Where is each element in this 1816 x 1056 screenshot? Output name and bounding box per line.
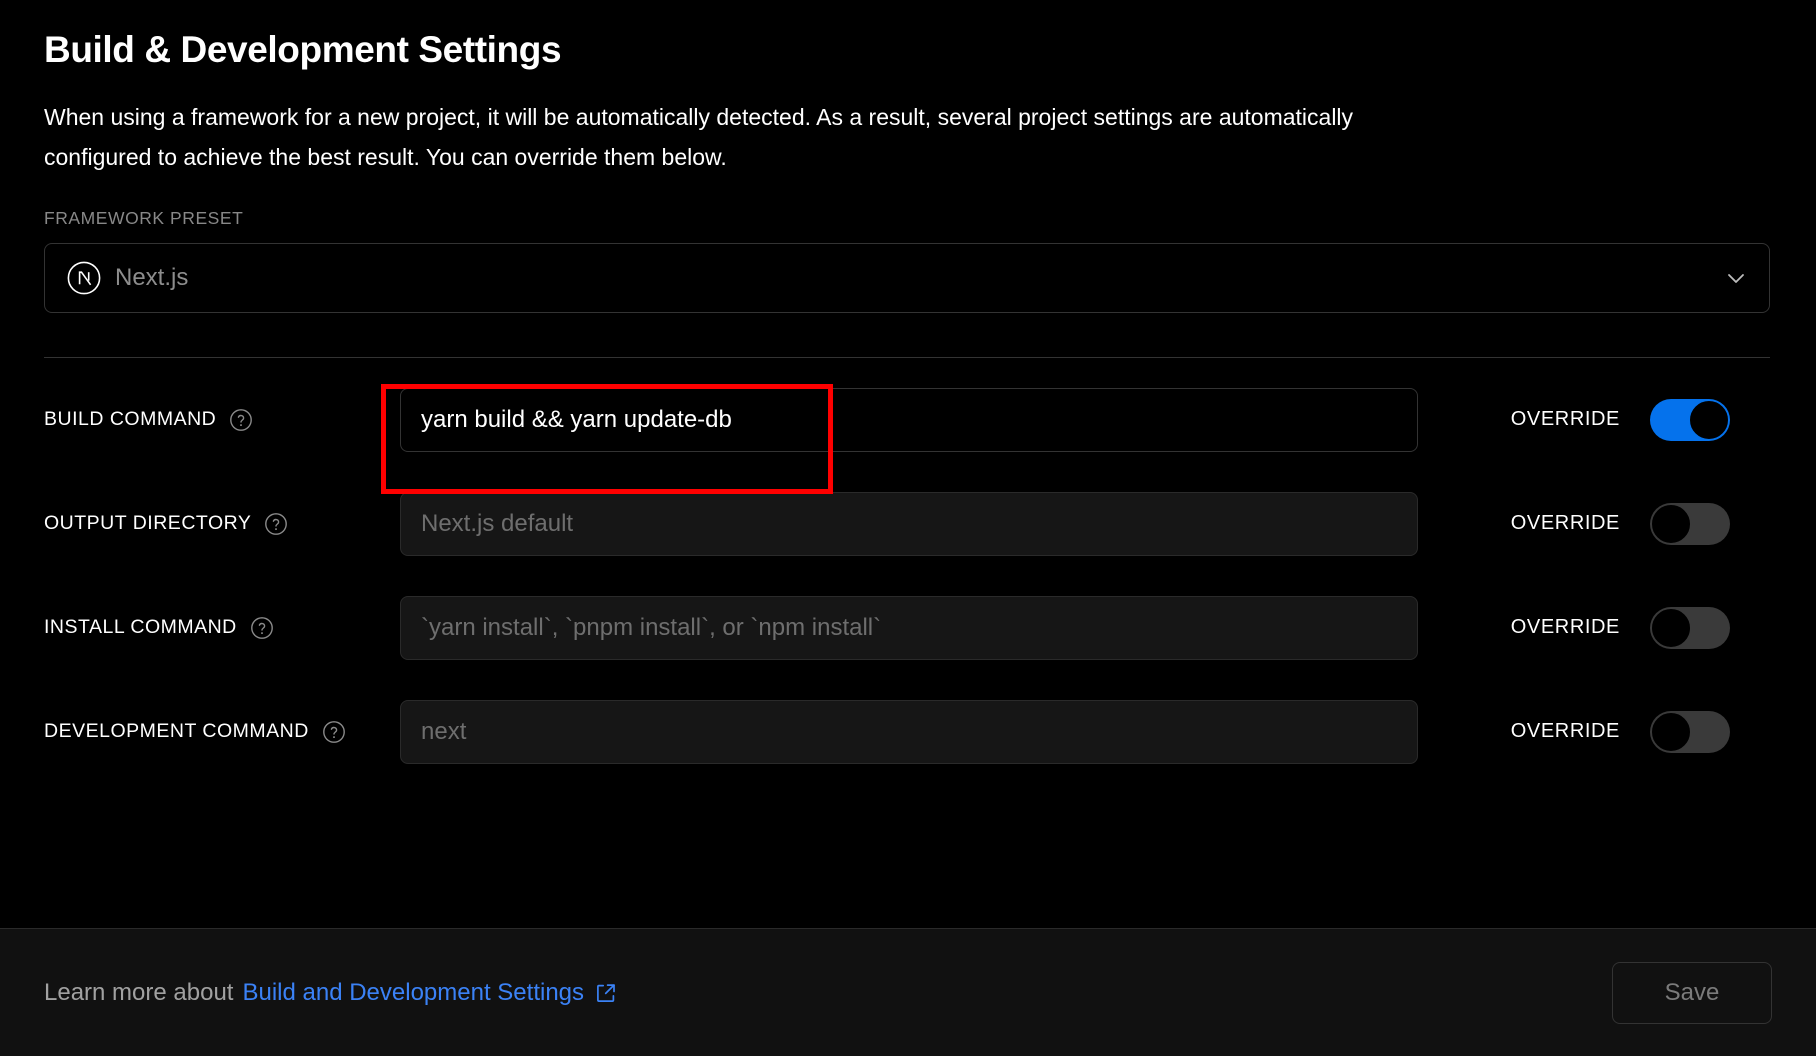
override-cell: OVERRIDE (1418, 711, 1772, 753)
input-cell (400, 596, 1418, 660)
chevron-down-icon[interactable] (1725, 267, 1747, 289)
page-title: Build & Development Settings (44, 28, 1772, 72)
setting-row-output-directory: OUTPUT DIRECTORY OVERRIDE (44, 472, 1772, 576)
build-and-development-settings-link[interactable]: Build and Development Settings (242, 979, 617, 1007)
page-description: When using a framework for a new project… (44, 98, 1444, 178)
section-divider (44, 357, 1770, 358)
install-command-override-toggle[interactable] (1650, 607, 1730, 649)
install-command-override-label: OVERRIDE (1511, 616, 1620, 639)
output-directory-override-label: OVERRIDE (1511, 512, 1620, 535)
setting-row-build-command: BUILD COMMAND OVERRIDE (44, 368, 1772, 472)
row-label-cell: DEVELOPMENT COMMAND (44, 720, 400, 744)
settings-footer: Learn more about Build and Development S… (0, 928, 1816, 1056)
override-cell: OVERRIDE (1418, 607, 1772, 649)
learn-more-text: Learn more about Build and Development S… (44, 979, 617, 1007)
override-cell: OVERRIDE (1418, 399, 1772, 441)
development-command-input[interactable] (400, 700, 1418, 764)
toggle-knob (1651, 608, 1691, 648)
toggle-knob (1689, 400, 1729, 440)
output-directory-input[interactable] (400, 492, 1418, 556)
build-command-label: BUILD COMMAND (44, 408, 216, 431)
help-circle-icon[interactable] (229, 408, 253, 432)
build-command-override-toggle[interactable] (1650, 399, 1730, 441)
build-command-input[interactable] (400, 388, 1418, 452)
nextjs-logo-icon (67, 261, 101, 295)
install-command-input[interactable] (400, 596, 1418, 660)
setting-row-development-command: DEVELOPMENT COMMAND OVERRIDE (44, 680, 1772, 784)
input-cell (400, 492, 1418, 556)
settings-rows: BUILD COMMAND OVERRIDE (44, 368, 1772, 784)
build-command-override-label: OVERRIDE (1511, 408, 1620, 431)
input-cell (400, 388, 1418, 452)
row-label-cell: INSTALL COMMAND (44, 616, 400, 640)
framework-preset-select[interactable]: Next.js (44, 243, 1770, 313)
development-command-override-toggle[interactable] (1650, 711, 1730, 753)
framework-preset-label: FRAMEWORK PRESET (44, 208, 1772, 229)
install-command-label: INSTALL COMMAND (44, 616, 237, 639)
external-link-icon (595, 982, 617, 1004)
settings-body: Build & Development Settings When using … (0, 0, 1816, 928)
override-cell: OVERRIDE (1418, 503, 1772, 545)
link-label: Build and Development Settings (242, 979, 584, 1007)
save-button[interactable]: Save (1612, 962, 1772, 1024)
row-label-cell: OUTPUT DIRECTORY (44, 512, 400, 536)
toggle-knob (1651, 712, 1691, 752)
framework-preset-value: Next.js (115, 264, 188, 292)
development-command-label: DEVELOPMENT COMMAND (44, 720, 309, 743)
setting-row-install-command: INSTALL COMMAND OVERRIDE (44, 576, 1772, 680)
development-command-override-label: OVERRIDE (1511, 720, 1620, 743)
input-cell (400, 700, 1418, 764)
help-circle-icon[interactable] (264, 512, 288, 536)
help-circle-icon[interactable] (322, 720, 346, 744)
output-directory-override-toggle[interactable] (1650, 503, 1730, 545)
toggle-knob (1651, 504, 1691, 544)
learn-more-label: Learn more about (44, 979, 233, 1007)
build-development-settings-panel: Build & Development Settings When using … (0, 0, 1816, 1056)
help-circle-icon[interactable] (250, 616, 274, 640)
output-directory-label: OUTPUT DIRECTORY (44, 512, 251, 535)
row-label-cell: BUILD COMMAND (44, 408, 400, 432)
